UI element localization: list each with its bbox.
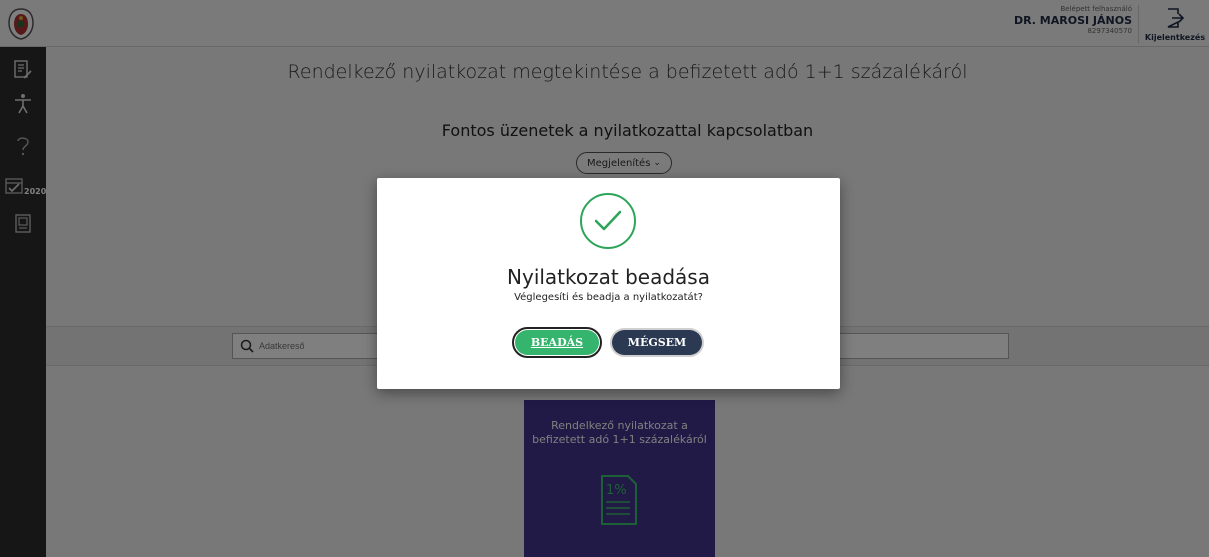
dialog-title: Nyilatkozat beadása	[507, 265, 710, 289]
cancel-button[interactable]: MÉGSEM	[612, 330, 702, 355]
submit-button[interactable]: BEADÁS	[512, 327, 602, 358]
submit-confirm-dialog: Nyilatkozat beadása Véglegesíti és beadj…	[377, 178, 840, 389]
dialog-subtitle: Véglegesíti és beadja a nyilatkozatát?	[514, 292, 703, 303]
success-check-icon	[580, 193, 636, 249]
